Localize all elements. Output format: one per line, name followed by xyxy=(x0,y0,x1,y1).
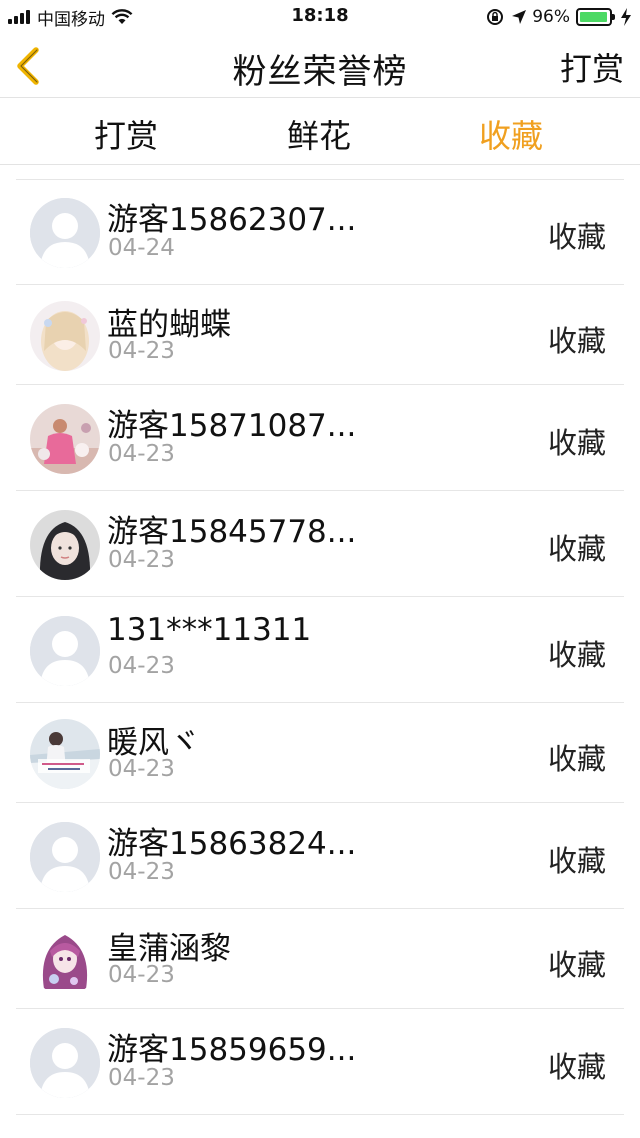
user-name: 游客15845778... xyxy=(107,514,357,550)
list-item[interactable]: 游客15871087... 04-23 收藏 xyxy=(16,385,624,491)
avatar xyxy=(30,198,100,268)
item-date: 04-24 xyxy=(108,235,175,261)
user-name: 游客15871087... xyxy=(107,408,357,444)
item-date: 04-23 xyxy=(108,338,175,364)
item-date: 04-23 xyxy=(108,962,175,988)
default-avatar-icon xyxy=(30,616,100,686)
item-action-label: 收藏 xyxy=(547,532,606,566)
user-name: 游客15863824... xyxy=(107,826,357,862)
avatar xyxy=(30,404,100,474)
item-date: 04-23 xyxy=(108,859,175,885)
item-action-label: 收藏 xyxy=(547,948,606,982)
tab-bar: 打赏 鲜花 收藏 xyxy=(0,99,640,165)
location-icon xyxy=(512,10,527,24)
item-action-label: 收藏 xyxy=(547,638,606,672)
item-action-label: 收藏 xyxy=(547,742,606,776)
list-item[interactable]: 蓝的蝴蝶 04-23 收藏 xyxy=(16,285,624,385)
tab-flowers[interactable]: 鲜花 xyxy=(249,111,389,157)
item-date: 04-23 xyxy=(108,1065,175,1091)
list-item[interactable]: 游客15859659... 04-23 收藏 xyxy=(16,1009,624,1115)
navigation-bar: 粉丝荣誉榜 打赏 xyxy=(0,34,640,98)
user-name: 游客15859659... xyxy=(107,1032,357,1068)
battery-icon xyxy=(576,8,615,26)
list-item[interactable]: 游客15862307... 04-24 收藏 xyxy=(16,179,624,285)
page-title: 粉丝荣誉榜 xyxy=(232,52,408,92)
battery-percent: 96% xyxy=(532,7,570,27)
list-item[interactable]: 游客15863824... 04-23 收藏 xyxy=(16,803,624,909)
tab-tip[interactable]: 打赏 xyxy=(56,111,196,157)
status-right: 96% xyxy=(486,6,632,28)
item-action-label: 收藏 xyxy=(547,426,606,460)
status-bar: 中国移动 18:18 96% xyxy=(0,0,640,34)
default-avatar-icon xyxy=(30,1028,100,1098)
item-action-label: 收藏 xyxy=(547,324,606,358)
default-avatar-icon xyxy=(30,822,100,892)
avatar xyxy=(30,616,100,686)
item-action-label: 收藏 xyxy=(547,220,606,254)
avatar xyxy=(30,1028,100,1098)
list-item[interactable]: 暖风ヾ 04-23 收藏 xyxy=(16,703,624,803)
tab-favorites[interactable]: 收藏 xyxy=(441,111,581,157)
list-item[interactable]: 131***11311 04-23 收藏 xyxy=(16,597,624,703)
charging-icon xyxy=(621,8,631,26)
avatar xyxy=(30,301,100,371)
item-date: 04-23 xyxy=(108,547,175,573)
default-avatar-icon xyxy=(30,198,100,268)
list-item[interactable]: 游客15845778... 04-23 收藏 xyxy=(16,491,624,597)
item-date: 04-23 xyxy=(108,756,175,782)
item-date: 04-23 xyxy=(108,653,175,679)
item-action-label: 收藏 xyxy=(547,1050,606,1084)
user-name: 游客15862307... xyxy=(107,202,357,238)
fan-list: 游客15862307... 04-24 收藏 蓝的蝴蝶 04-23 收藏 游客1… xyxy=(0,179,640,1115)
list-item[interactable]: 皇蒲涵黎 04-23 收藏 xyxy=(16,909,624,1009)
user-name: 131***11311 xyxy=(107,612,312,648)
avatar xyxy=(30,822,100,892)
avatar xyxy=(30,925,100,995)
item-action-label: 收藏 xyxy=(547,844,606,878)
tip-button[interactable]: 打赏 xyxy=(560,44,624,90)
avatar xyxy=(30,719,100,789)
avatar xyxy=(30,510,100,580)
item-date: 04-23 xyxy=(108,441,175,467)
rotation-lock-icon xyxy=(487,9,504,25)
